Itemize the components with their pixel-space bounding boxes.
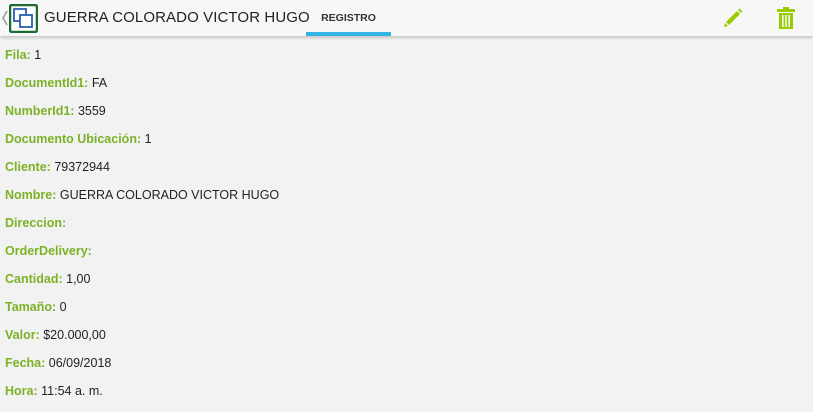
field-row-nombre: Nombre: GUERRA COLORADO VICTOR HUGO (5, 188, 805, 216)
field-row-hora: Hora: 11:54 a. m. (5, 384, 805, 412)
field-value: FA (91, 76, 108, 90)
field-label: Cliente: (5, 160, 51, 174)
field-label: Direccion: (5, 216, 67, 230)
field-label: Valor: (5, 328, 40, 342)
field-row-numberid1: NumberId1: 3559 (5, 104, 805, 132)
field-value: 1 (34, 48, 42, 62)
field-row-cantidad: Cantidad: 1,00 (5, 272, 805, 300)
field-label: Cantidad: (5, 272, 63, 286)
pencil-icon (724, 8, 743, 27)
field-row-cliente: Cliente: 79372944 (5, 160, 805, 188)
field-value: $20.000,00 (43, 328, 106, 342)
field-row-valor: Valor: $20.000,00 (5, 328, 805, 356)
page-title: GUERRA COLORADO VICTOR HUGO (44, 9, 310, 26)
field-label: Hora: (5, 384, 38, 398)
field-value: 1,00 (66, 272, 91, 286)
action-bar: GUERRA COLORADO VICTOR HUGO REGISTRO (0, 0, 813, 36)
field-label: OrderDelivery: (5, 244, 92, 258)
field-row-documento-ubicacion: Documento Ubicación: 1 (5, 132, 805, 160)
delete-button[interactable] (773, 5, 799, 31)
app-logo-icon[interactable] (9, 4, 38, 33)
field-label: NumberId1: (5, 104, 75, 118)
tab-selected-indicator (306, 32, 391, 36)
field-label: Documento Ubicación: (5, 132, 142, 146)
field-value: 79372944 (54, 160, 110, 174)
tab-registro[interactable]: REGISTRO (306, 0, 391, 36)
field-label: Nombre: (5, 188, 57, 202)
field-value: 06/09/2018 (48, 356, 112, 370)
field-label: Fila: (5, 48, 31, 62)
field-row-tamano: Tamaño: 0 (5, 300, 805, 328)
field-value: 3559 (77, 104, 106, 118)
field-row-documentid1: DocumentId1: FA (5, 76, 805, 104)
field-value: 11:54 a. m. (41, 384, 103, 398)
field-row-fecha: Fecha: 06/09/2018 (5, 356, 805, 384)
field-value: 0 (59, 300, 67, 314)
field-row-fila: Fila: 1 (5, 48, 805, 76)
chevron-left-icon[interactable] (1, 9, 9, 27)
field-row-orderdelivery: OrderDelivery: (5, 244, 805, 272)
record-details: Fila: 1 DocumentId1: FA NumberId1: 3559 … (5, 48, 805, 412)
field-label: Tamaño: (5, 300, 57, 314)
edit-button[interactable] (720, 5, 746, 31)
trash-icon (777, 7, 795, 29)
field-row-direccion: Direccion: (5, 216, 805, 244)
field-label: Fecha: (5, 356, 46, 370)
field-value: GUERRA COLORADO VICTOR HUGO (59, 188, 280, 202)
field-label: DocumentId1: (5, 76, 89, 90)
tab-label: REGISTRO (321, 12, 376, 24)
field-value: 1 (144, 132, 152, 146)
